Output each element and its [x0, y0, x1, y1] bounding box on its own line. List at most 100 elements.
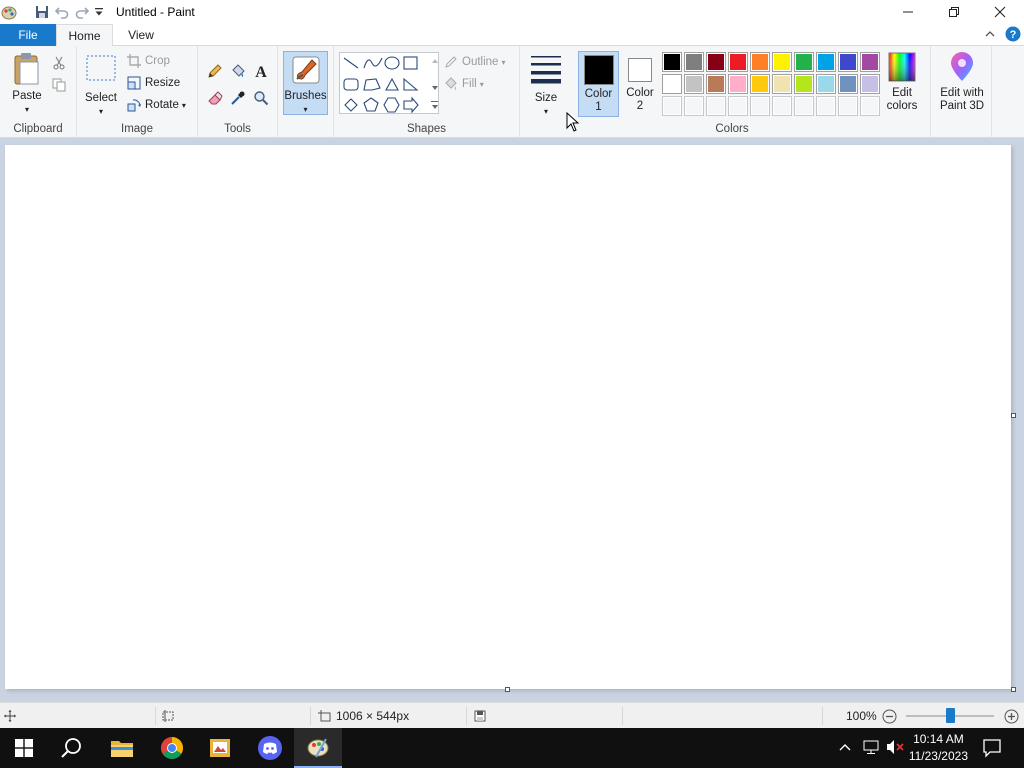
photos-taskbar-button[interactable] [196, 728, 244, 768]
custom-color-slot[interactable] [860, 96, 880, 116]
palette-swatch[interactable] [772, 52, 792, 72]
discord-taskbar-button[interactable] [246, 728, 294, 768]
palette-swatch[interactable] [728, 74, 748, 94]
zoom-in-button[interactable] [1004, 703, 1019, 729]
zoom-out-button[interactable] [882, 703, 897, 729]
palette-swatch[interactable] [750, 52, 770, 72]
close-button[interactable] [977, 0, 1023, 24]
shapes-group-label: Shapes [406, 123, 446, 135]
rounded-rectangle-shape-icon [343, 78, 359, 91]
rotate-button[interactable]: Rotate ▾ [127, 95, 186, 115]
save-icon[interactable] [32, 1, 52, 23]
tab-file[interactable]: File [0, 24, 56, 46]
tab-home[interactable]: Home [56, 24, 113, 47]
palette-swatch[interactable] [706, 52, 726, 72]
redo-icon[interactable] [72, 1, 92, 23]
edit-with-paint3d-button[interactable]: Edit with Paint 3D [933, 51, 991, 113]
restore-button[interactable] [931, 0, 977, 24]
resize-button[interactable]: Resize [127, 73, 180, 93]
paint-taskbar-button[interactable] [294, 728, 342, 768]
color-picker-icon[interactable] [227, 87, 249, 109]
palette-swatch[interactable] [728, 52, 748, 72]
palette-swatch[interactable] [662, 74, 682, 94]
select-button[interactable]: Select ▾ [81, 54, 121, 118]
tab-view[interactable]: View [113, 24, 169, 46]
custom-color-slot[interactable] [706, 96, 726, 116]
palette-swatch[interactable] [750, 74, 770, 94]
drawing-canvas[interactable] [5, 145, 1011, 689]
palette-swatch[interactable] [772, 74, 792, 94]
palette-swatch[interactable] [662, 52, 682, 72]
file-explorer-taskbar-button[interactable] [98, 728, 146, 768]
undo-icon[interactable] [52, 1, 72, 23]
zoom-slider[interactable] [906, 703, 996, 729]
custom-color-slot[interactable] [772, 96, 792, 116]
collapse-ribbon-icon[interactable] [984, 28, 996, 43]
custom-color-slot[interactable] [728, 96, 748, 116]
volume-muted-icon[interactable] [886, 739, 904, 758]
canvas-resize-handle-bottom[interactable] [505, 687, 510, 692]
action-center-button[interactable] [982, 738, 1002, 761]
zoom-slider-thumb[interactable] [946, 708, 955, 723]
customize-qat-icon[interactable] [92, 1, 106, 23]
canvas-workspace [0, 112, 1024, 702]
pentagon-shape-icon [363, 97, 379, 112]
fill-label: Fill [462, 78, 477, 90]
image-group-label: Image [121, 123, 153, 135]
palette-swatch[interactable] [816, 52, 836, 72]
line-size-icon [531, 56, 561, 84]
palette-swatch[interactable] [684, 74, 704, 94]
chevron-up-icon [839, 744, 851, 751]
cut-icon[interactable] [48, 52, 70, 74]
crop-button[interactable]: Crop [127, 51, 170, 71]
size-button[interactable]: Size ▾ [526, 52, 566, 118]
help-icon[interactable]: ? [1005, 26, 1021, 45]
pencil-icon[interactable] [204, 60, 226, 82]
fill-bucket-icon[interactable] [227, 60, 249, 82]
custom-color-slot[interactable] [794, 96, 814, 116]
canvas-resize-handle-right[interactable] [1011, 413, 1016, 418]
show-hidden-icons-button[interactable] [838, 740, 852, 757]
search-button[interactable] [48, 728, 96, 768]
network-icon[interactable] [862, 739, 880, 758]
chrome-taskbar-button[interactable] [148, 728, 196, 768]
custom-color-slot[interactable] [684, 96, 704, 116]
start-button[interactable] [0, 728, 48, 768]
hexagon-shape-icon [383, 97, 400, 113]
line-shape-icon [343, 57, 359, 69]
discord-icon [258, 736, 282, 760]
palette-swatch[interactable] [684, 52, 704, 72]
fill-button[interactable]: Fill ▾ [444, 74, 484, 94]
custom-color-slot[interactable] [750, 96, 770, 116]
palette-swatch[interactable] [838, 52, 858, 72]
eraser-icon[interactable] [204, 87, 226, 109]
canvas-resize-handle-corner[interactable] [1011, 687, 1016, 692]
paint-app-icon[interactable] [0, 1, 18, 23]
custom-color-slot[interactable] [662, 96, 682, 116]
custom-color-slot[interactable] [838, 96, 858, 116]
paste-button[interactable]: Paste ▾ [6, 52, 48, 116]
palette-swatch[interactable] [860, 74, 880, 94]
magnifier-icon[interactable] [250, 87, 272, 109]
color2-button[interactable]: Color 2 [622, 51, 658, 117]
brushes-button[interactable]: Brushes ▾ [283, 51, 328, 115]
palette-swatch[interactable] [838, 74, 858, 94]
edit-colors-button[interactable]: Edit colors [880, 51, 924, 113]
taskbar-clock[interactable]: 10:14 AM 11/23/2023 [909, 731, 968, 765]
canvas-dimensions: 1006 × 544px [336, 709, 410, 723]
copy-icon[interactable] [48, 74, 70, 96]
clock-time: 10:14 AM [913, 732, 964, 746]
color1-button[interactable]: Color 1 [578, 51, 619, 117]
palette-swatch[interactable] [816, 74, 836, 94]
right-triangle-shape-icon [403, 77, 419, 91]
custom-color-slot[interactable] [816, 96, 836, 116]
minimize-button[interactable] [885, 0, 931, 24]
color2-label-line2: 2 [636, 100, 644, 112]
outline-button[interactable]: Outline ▾ [444, 52, 505, 72]
text-icon[interactable]: A [250, 60, 272, 82]
shapes-gallery[interactable] [339, 52, 439, 114]
palette-swatch[interactable] [706, 74, 726, 94]
palette-swatch[interactable] [860, 52, 880, 72]
palette-swatch[interactable] [794, 74, 814, 94]
palette-swatch[interactable] [794, 52, 814, 72]
